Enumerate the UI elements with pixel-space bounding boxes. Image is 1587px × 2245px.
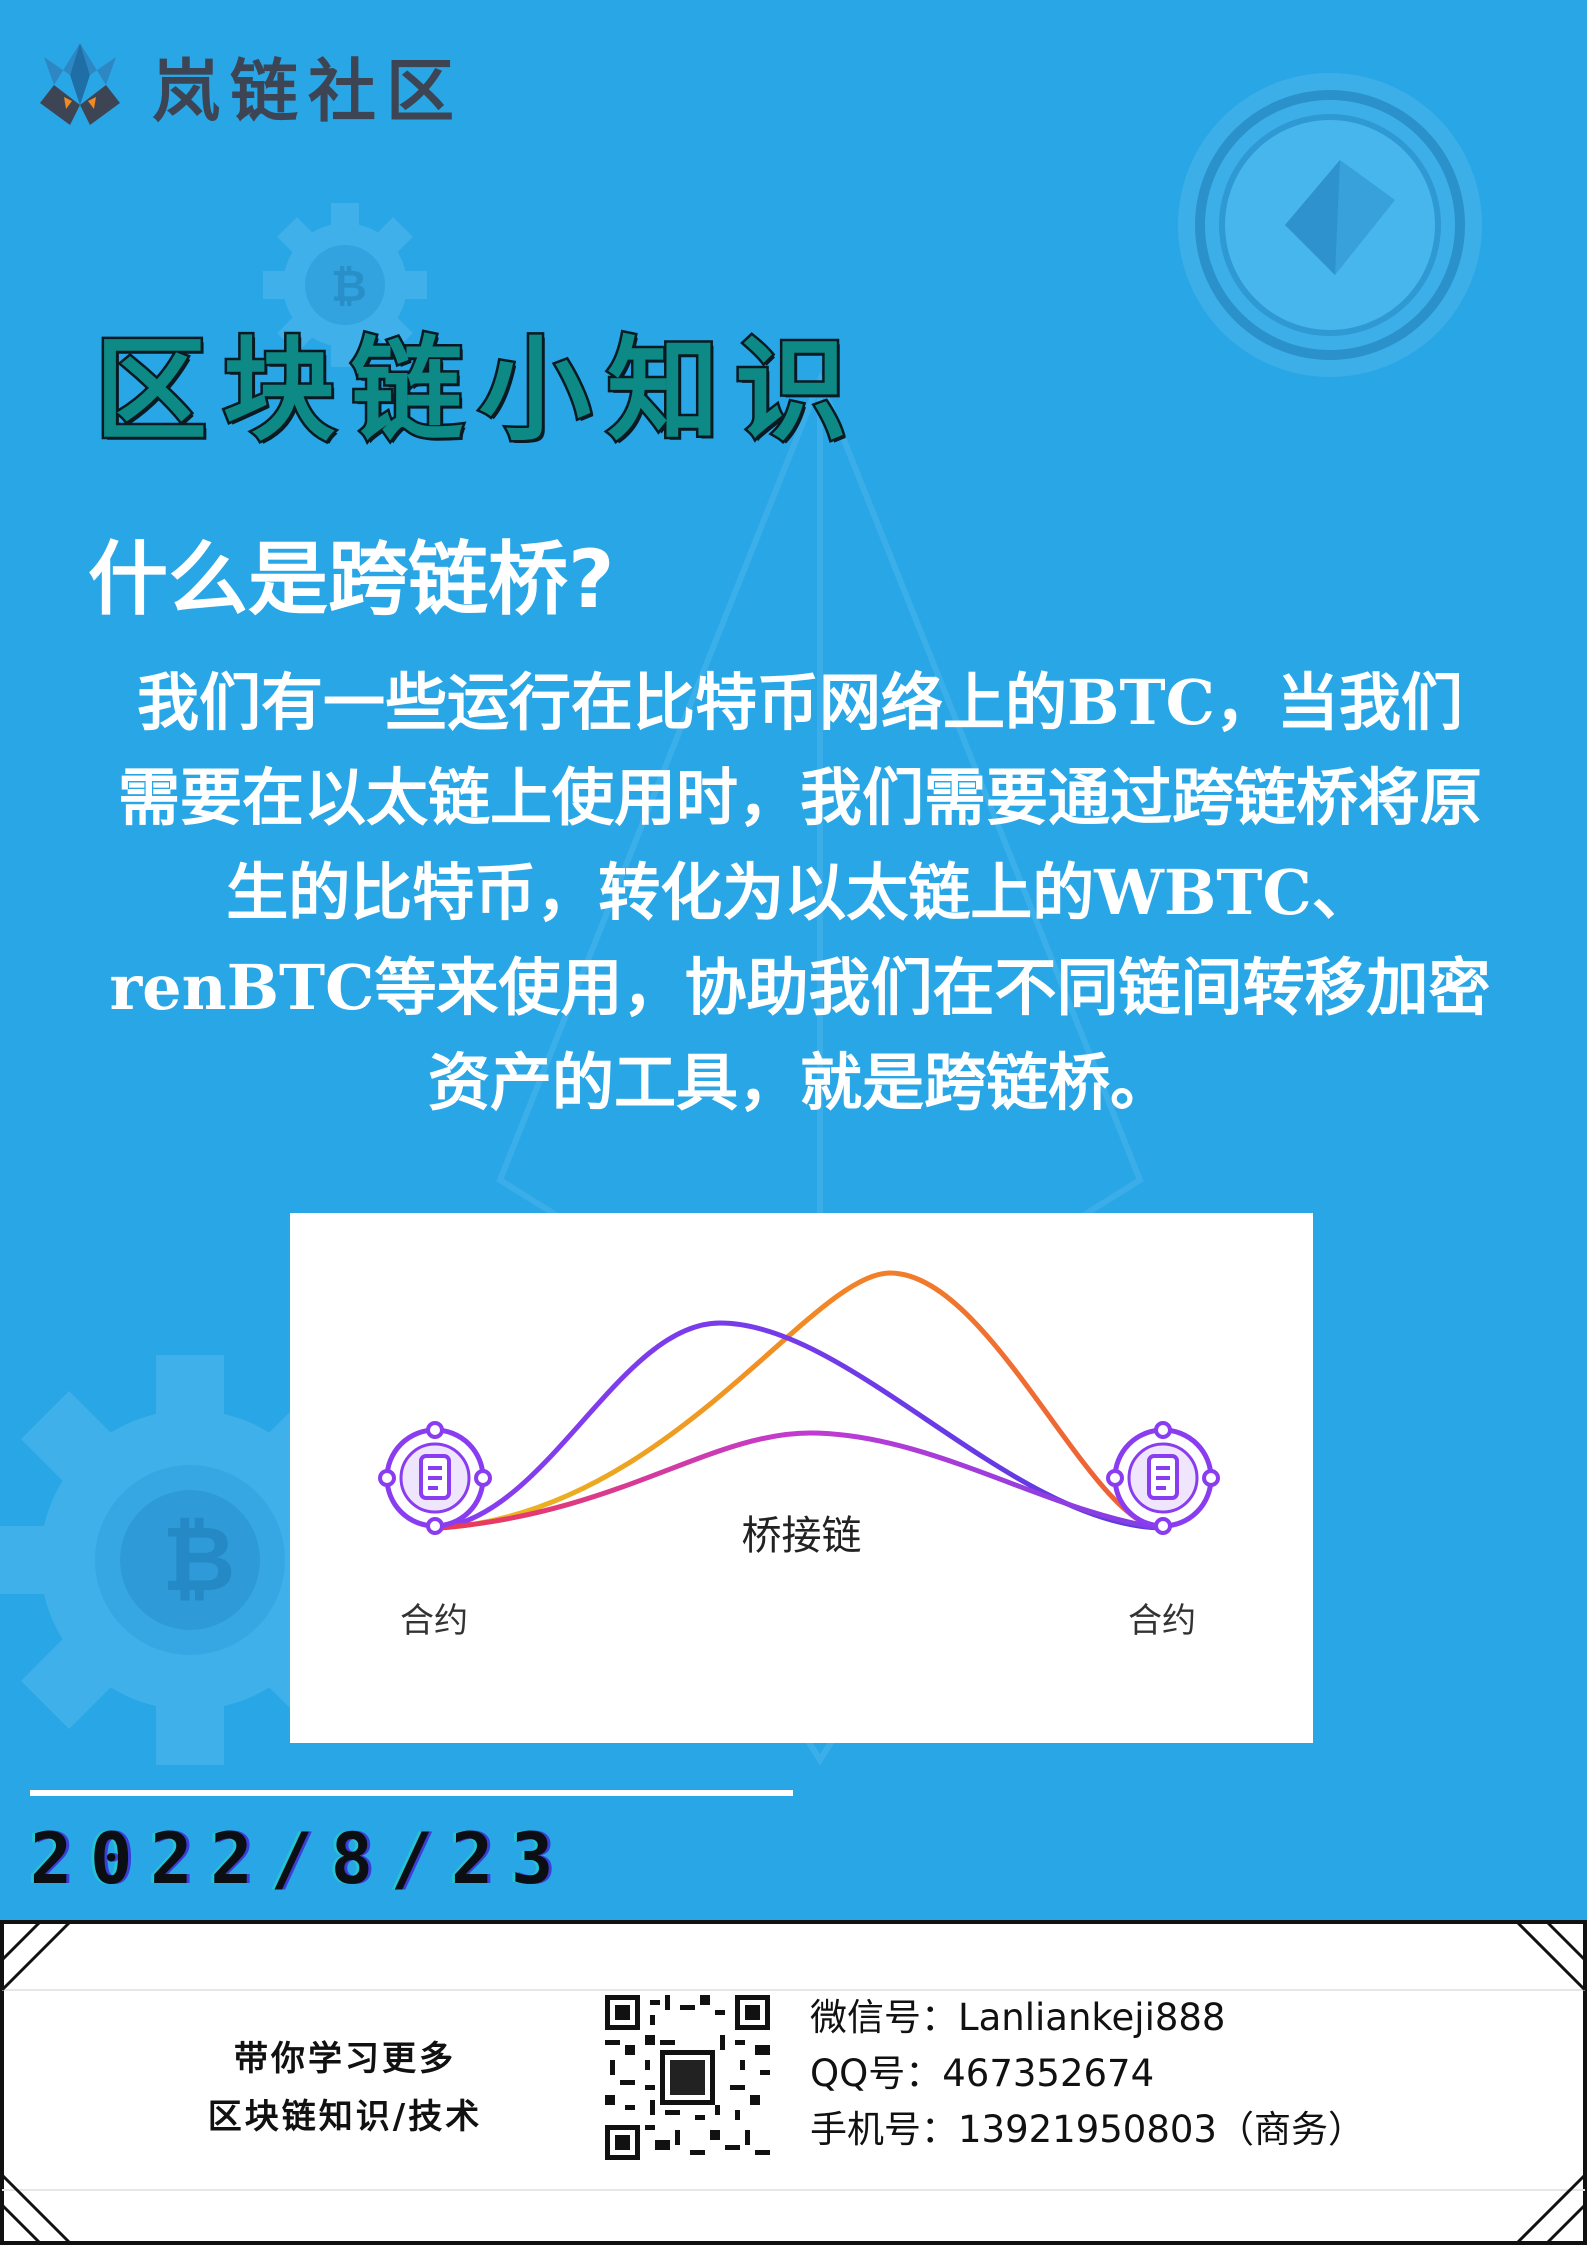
slogan-line: 区块链知识/技术 <box>207 2097 483 2137</box>
contact-list: 微信号： Lanliankeji888 QQ号： 467352674 手机号： 139… <box>810 1990 1365 2158</box>
svg-text:₿: ₿ <box>162 1507 235 1612</box>
body-line: 需要在以太链上使用时，我们需要通过跨链桥将原 <box>117 761 1482 834</box>
contact-label: QQ号： <box>810 2052 943 2095</box>
body-line: 生的比特币，转化为以太链上的WBTC、 <box>226 856 1374 929</box>
contact-label: 手机号： <box>810 2108 958 2151</box>
brand-header: 岚链社区 <box>30 30 550 140</box>
brand-name: 岚链社区 <box>152 52 465 132</box>
bridge-diagram: 桥接链 合约 合约 <box>290 1213 1313 1743</box>
contact-phone: 手机号： 13921950803（商务） <box>810 2102 1365 2158</box>
bridge-curve-orange <box>439 1270 1161 1531</box>
contract-label-right: 合约 <box>1128 1601 1196 1641</box>
body-paragraph: 我们有一些运行在比特币网络上的BTC，当我们 需要在以太链上使用时，我们需要通过… <box>50 655 1550 1130</box>
contact-label: 微信号： <box>810 1996 958 2039</box>
contract-label-left: 合约 <box>400 1601 468 1641</box>
contact-value[interactable]: Lanliankeji888 <box>958 1990 1225 2046</box>
ethereum-coin-icon <box>1178 73 1482 377</box>
footer: 带你学习更多 区块链知识/技术 微信号： Lanliankeji888 QQ号：… <box>0 1920 1587 2245</box>
post-date: 2022/8/23 <box>30 1818 572 1900</box>
contact-value[interactable]: 467352674 <box>942 2046 1154 2102</box>
footer-slogan: 带你学习更多 区块链知识/技术 <box>150 2030 540 2146</box>
bridge-chain-label: 桥接链 <box>741 1513 862 1559</box>
bridge-diagram-graphic <box>378 1270 1220 1535</box>
divider <box>30 1790 793 1796</box>
body-line: renBTC等来使用，协助我们在不同链间转移加密 <box>109 951 1491 1024</box>
qr-code-icon[interactable] <box>605 1995 770 2160</box>
body-line: 资产的工具，就是跨链桥。 <box>427 1046 1172 1119</box>
dragon-crest-logo-icon <box>40 43 120 125</box>
page-title: 区块链小知识 <box>93 324 863 459</box>
body-line: 我们有一些运行在比特币网络上的BTC，当我们 <box>137 666 1463 739</box>
contact-wechat: 微信号： Lanliankeji888 <box>810 1990 1365 2046</box>
question-title: 什么是跨链桥? <box>88 533 615 626</box>
contact-qq: QQ号： 467352674 <box>810 2046 1365 2102</box>
contact-value[interactable]: 13921950803（商务） <box>958 2102 1365 2158</box>
slogan-line: 带你学习更多 <box>234 2039 456 2079</box>
